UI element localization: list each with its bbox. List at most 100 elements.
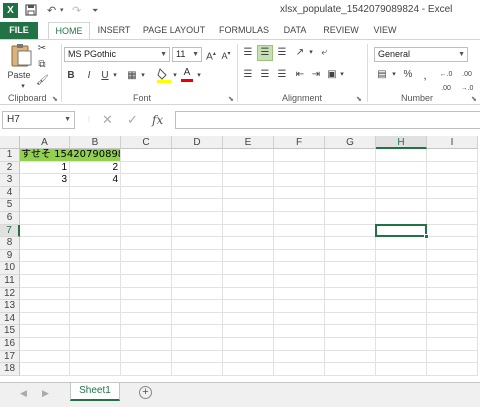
bold-button[interactable]: B: [66, 69, 76, 83]
cancel-icon[interactable]: ✕: [102, 111, 113, 129]
orientation-dropdown-icon[interactable]: ▾: [307, 46, 315, 60]
increase-indent-icon[interactable]: ⇥: [309, 68, 323, 82]
font-launcher-icon[interactable]: ⬊: [228, 95, 234, 103]
column-header-a[interactable]: A: [20, 136, 70, 149]
prev-sheet-icon[interactable]: ◀: [20, 388, 27, 399]
column-header-f[interactable]: F: [274, 136, 325, 149]
row-header-3[interactable]: 3: [0, 174, 20, 187]
column-header-h[interactable]: H: [376, 136, 427, 149]
orientation-icon[interactable]: ↗: [293, 46, 307, 60]
align-left-icon[interactable]: ☰: [241, 68, 255, 82]
align-top-icon[interactable]: ☰: [241, 46, 255, 60]
tab-file[interactable]: FILE: [0, 22, 38, 39]
alignment-launcher-icon[interactable]: ⬊: [356, 95, 362, 103]
row-header-15[interactable]: 15: [0, 325, 20, 338]
column-header-d[interactable]: D: [172, 136, 223, 149]
tab-view[interactable]: VIEW: [370, 22, 400, 39]
undo-dropdown-icon[interactable]: ▾: [60, 4, 64, 18]
active-cell-selection[interactable]: [375, 223, 429, 240]
borders-icon[interactable]: ▦: [126, 69, 138, 83]
clipboard-launcher-icon[interactable]: ⬊: [52, 95, 58, 103]
align-center-icon[interactable]: ☰: [258, 68, 272, 82]
comma-style-icon[interactable]: ,: [420, 68, 430, 82]
column-header-i[interactable]: I: [427, 136, 478, 149]
paste-icon[interactable]: [8, 42, 34, 68]
cut-icon[interactable]: ✂: [36, 42, 48, 56]
row-header-7[interactable]: 7: [0, 224, 20, 238]
column-header-e[interactable]: E: [223, 136, 274, 149]
shrink-font-icon[interactable]: A▾: [220, 47, 232, 63]
fill-color-icon[interactable]: [157, 67, 171, 88]
row-header-4[interactable]: 4: [0, 186, 20, 200]
select-all-corner[interactable]: [0, 136, 20, 149]
row-header-11[interactable]: 11: [0, 275, 20, 288]
row-header-9[interactable]: 9: [0, 249, 20, 263]
paste-dropdown-icon[interactable]: ▾: [18, 80, 28, 94]
font-color-dropdown-icon[interactable]: ▾: [195, 69, 203, 83]
next-sheet-icon[interactable]: ▶: [42, 388, 49, 399]
tab-page-layout[interactable]: PAGE LAYOUT: [142, 22, 206, 39]
fill-handle[interactable]: [424, 234, 429, 240]
save-icon[interactable]: [25, 4, 37, 18]
accounting-dropdown-icon[interactable]: ▾: [390, 68, 398, 82]
insert-function-icon[interactable]: fx: [152, 111, 163, 129]
decrease-decimal-icon[interactable]: .00 →.0: [458, 68, 476, 96]
wrap-text-icon[interactable]: ⤶: [317, 46, 331, 60]
percent-style-icon[interactable]: %: [402, 68, 414, 82]
tab-data[interactable]: DATA: [280, 22, 310, 39]
name-box[interactable]: H7 ▼: [2, 111, 75, 129]
underline-button[interactable]: U: [100, 69, 110, 83]
customize-qat-icon[interactable]: ⏷: [92, 4, 98, 18]
row-header-17[interactable]: 17: [0, 350, 20, 364]
column-header-b[interactable]: B: [70, 136, 121, 149]
align-right-icon[interactable]: ☰: [275, 68, 289, 82]
cell-a1[interactable]: すせそ 1542079089824: [20, 149, 120, 161]
column-header-g[interactable]: G: [325, 136, 376, 149]
italic-button[interactable]: I: [84, 69, 94, 83]
redo-icon[interactable]: ↷: [72, 4, 81, 18]
increase-decimal-icon[interactable]: ←.0.00: [437, 68, 455, 96]
font-color-icon[interactable]: A: [181, 67, 193, 82]
row-header-5[interactable]: 5: [0, 199, 20, 212]
cell-a2[interactable]: 1: [20, 162, 70, 174]
tab-insert[interactable]: INSERT: [96, 22, 132, 39]
tab-review[interactable]: REVIEW: [322, 22, 360, 39]
row-header-14[interactable]: 14: [0, 312, 20, 326]
row-header-8[interactable]: 8: [0, 237, 20, 250]
row-header-12[interactable]: 12: [0, 287, 20, 301]
undo-icon[interactable]: ↶: [47, 4, 56, 18]
font-name-combo[interactable]: MS PGothic ▼: [64, 47, 170, 62]
cell-a3[interactable]: 3: [20, 174, 70, 186]
borders-dropdown-icon[interactable]: ▾: [139, 69, 147, 83]
underline-dropdown-icon[interactable]: ▾: [111, 69, 119, 83]
merge-center-icon[interactable]: ▣: [326, 68, 338, 82]
font-size-combo[interactable]: 11 ▼: [172, 47, 202, 62]
grow-font-icon[interactable]: A▴: [205, 47, 217, 64]
sheet-tab[interactable]: Sheet1: [70, 383, 120, 401]
tab-formulas[interactable]: FORMULAS: [216, 22, 272, 39]
row-header-13[interactable]: 13: [0, 300, 20, 313]
row-header-10[interactable]: 10: [0, 262, 20, 275]
copy-icon[interactable]: ⧉: [36, 58, 48, 72]
row-header-18[interactable]: 18: [0, 363, 20, 376]
formula-input[interactable]: [175, 111, 480, 129]
merge-dropdown-icon[interactable]: ▾: [338, 68, 346, 82]
add-sheet-icon[interactable]: +: [139, 386, 152, 399]
number-format-combo[interactable]: General ▼: [374, 47, 468, 62]
align-bottom-icon[interactable]: ☰: [275, 46, 289, 60]
number-launcher-icon[interactable]: ⬊: [471, 95, 477, 103]
format-painter-icon[interactable]: 🖌: [36, 74, 49, 88]
column-header-c[interactable]: C: [121, 136, 172, 149]
row-header-16[interactable]: 16: [0, 338, 20, 351]
fill-color-dropdown-icon[interactable]: ▾: [171, 69, 179, 83]
decrease-indent-icon[interactable]: ⇤: [293, 68, 307, 82]
tab-home[interactable]: HOME: [48, 22, 90, 40]
cell-b2[interactable]: 2: [70, 162, 121, 174]
accounting-format-icon[interactable]: ▤: [375, 68, 389, 82]
row-header-6[interactable]: 6: [0, 212, 20, 225]
row-header-2[interactable]: 2: [0, 161, 20, 175]
cell-b3[interactable]: 4: [70, 174, 121, 186]
row-header-1[interactable]: 1: [0, 149, 20, 162]
align-middle-icon[interactable]: ☰: [257, 45, 273, 61]
enter-icon[interactable]: ✓: [127, 111, 138, 129]
